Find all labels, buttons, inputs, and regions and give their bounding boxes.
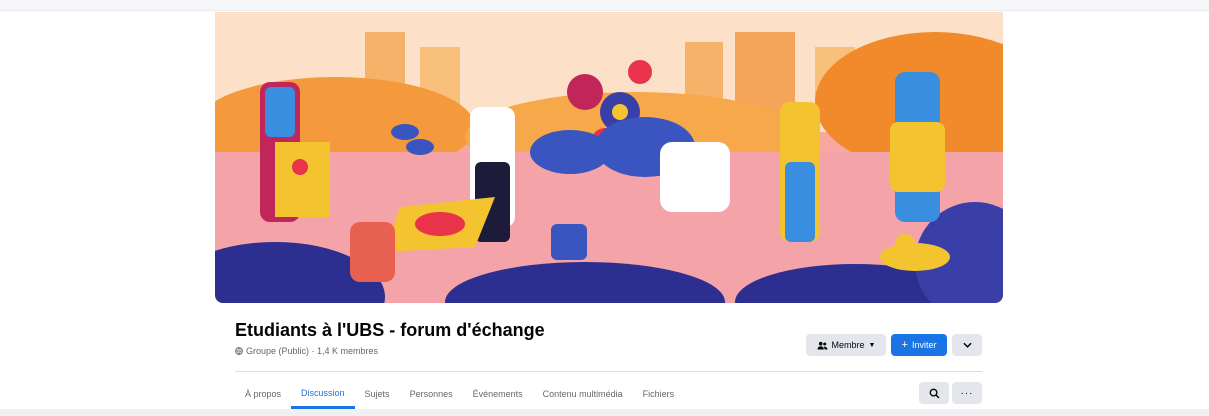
cover-photo[interactable] [215,12,1003,303]
top-bar [0,0,1209,11]
group-title[interactable]: Etudiants à l'UBS - forum d'échange [235,320,545,341]
chevron-down-icon [962,342,972,348]
globe-icon [235,347,243,355]
options-button[interactable]: ··· [952,382,982,404]
content-background [0,409,1209,416]
tab-people[interactable]: Personnes [400,379,463,409]
tab-events[interactable]: Événements [463,379,533,409]
ellipsis-icon: ··· [960,387,974,399]
plus-icon: + [901,338,908,351]
member-button[interactable]: Membre ▼ [806,334,886,356]
people-icon [817,341,827,350]
tab-about[interactable]: À propos [235,379,291,409]
cover-illustration [215,12,1003,303]
tab-topics[interactable]: Sujets [355,379,400,409]
invite-button[interactable]: + Inviter [891,334,947,356]
more-actions-button[interactable] [952,334,982,356]
group-subtitle: Groupe (Public) · 1,4 K membres [235,346,378,356]
group-tabs: À propos Discussion Sujets Personnes Évé… [235,379,684,409]
tab-media[interactable]: Contenu multimédia [533,379,633,409]
search-icon [929,388,939,398]
caret-down-icon: ▼ [868,341,876,349]
header-divider [235,371,982,372]
member-button-label: Membre [831,340,865,350]
tab-files[interactable]: Fichiers [633,379,685,409]
invite-button-label: Inviter [911,340,937,350]
search-button[interactable] [919,382,949,404]
group-meta: Groupe (Public) · 1,4 K membres [246,346,379,356]
tab-discussion[interactable]: Discussion [291,379,355,409]
